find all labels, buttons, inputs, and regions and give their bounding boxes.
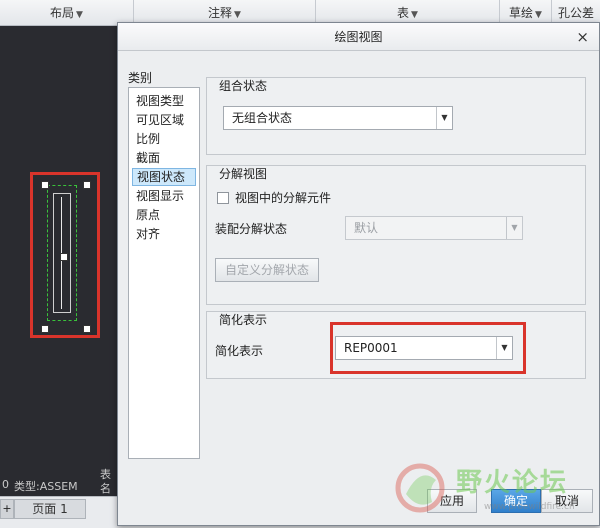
- custom-explode-state-button[interactable]: 自定义分解状态: [215, 258, 319, 282]
- simplified-rep-title: 简化表示: [219, 313, 268, 327]
- caret-down-icon: ▼: [411, 10, 418, 20]
- category-item-view-state[interactable]: 视图状态: [132, 168, 196, 186]
- ribbon-table-label: 表: [397, 6, 410, 20]
- assembly-explode-state-label: 装配分解状态: [215, 222, 288, 236]
- category-item-alignment[interactable]: 对齐: [132, 225, 196, 243]
- resize-handle-bottom-right[interactable]: [83, 325, 91, 333]
- simplified-rep-highlight: [330, 322, 526, 374]
- dropdown-arrow-icon: ▼: [506, 217, 522, 239]
- assembly-explode-state-value: 默认: [354, 221, 379, 235]
- category-item-view-display[interactable]: 视图显示: [132, 187, 196, 205]
- dialog-title: 绘图视图: [334, 30, 383, 44]
- category-item-origin[interactable]: 原点: [132, 206, 196, 224]
- ok-button[interactable]: 确定: [491, 489, 541, 513]
- plus-icon: +: [2, 502, 12, 515]
- drawing-canvas[interactable]: 0 类型:ASSEM 表 名: [0, 26, 118, 496]
- ribbon-layout-menu[interactable]: 布局 ▼: [0, 0, 134, 26]
- resize-handle-bottom-left[interactable]: [41, 325, 49, 333]
- page-tab-1[interactable]: 页面 1: [14, 499, 86, 519]
- resize-handle-top-right[interactable]: [83, 181, 91, 189]
- category-item-view-type[interactable]: 视图类型: [132, 92, 196, 110]
- category-item-scale[interactable]: 比例: [132, 130, 196, 148]
- category-list: 视图类型 可见区域 比例 截面 视图状态 视图显示 原点 对齐: [128, 87, 200, 459]
- cancel-button[interactable]: 取消: [541, 489, 593, 513]
- simplified-rep-label: 简化表示: [215, 344, 264, 358]
- combined-state-value: 无组合状态: [232, 111, 293, 125]
- name-fragment: 名: [100, 482, 111, 495]
- model-highlight-frame: [30, 172, 100, 338]
- combined-state-title: 组合状态: [219, 79, 268, 93]
- ribbon-layout-label: 布局: [50, 6, 75, 20]
- combined-state-select[interactable]: 无组合状态 ▼: [223, 106, 453, 130]
- explode-components-label: 视图中的分解元件: [235, 191, 332, 205]
- model-type-label: 类型:ASSEM: [14, 480, 78, 493]
- add-page-button[interactable]: +: [0, 499, 14, 519]
- dropdown-arrow-icon: ▼: [436, 107, 452, 129]
- category-item-section[interactable]: 截面: [132, 149, 196, 167]
- category-label: 类别: [128, 71, 153, 85]
- ribbon-hole-tolerance-label: 孔公差: [557, 6, 594, 20]
- resize-handle-top-left[interactable]: [41, 181, 49, 189]
- caret-down-icon: ▼: [535, 10, 542, 20]
- dialog-titlebar[interactable]: 绘图视图 ×: [118, 23, 599, 51]
- category-item-visible-area[interactable]: 可见区域: [132, 111, 196, 129]
- explode-components-checkbox[interactable]: [217, 192, 229, 204]
- combined-state-group: 组合状态 无组合状态 ▼: [206, 77, 586, 155]
- close-icon[interactable]: ×: [576, 23, 589, 51]
- explode-view-title: 分解视图: [219, 167, 268, 181]
- ribbon-annotate-label: 注释: [208, 6, 233, 20]
- status-fragment: 0: [2, 478, 9, 491]
- resize-handle-center[interactable]: [60, 253, 68, 261]
- drawing-view-dialog: 绘图视图 × 类别 视图类型 可见区域 比例 截面 视图状态 视图显示 原点 对…: [117, 22, 600, 526]
- assembly-explode-state-select[interactable]: 默认 ▼: [345, 216, 523, 240]
- caret-down-icon: ▼: [76, 10, 83, 20]
- caret-down-icon: ▼: [234, 10, 241, 20]
- apply-button[interactable]: 应用: [427, 489, 477, 513]
- explode-view-group: 分解视图 视图中的分解元件 装配分解状态 默认 ▼ 自定义分解状态: [206, 165, 586, 305]
- ribbon-sketch-label: 草绘: [509, 6, 534, 20]
